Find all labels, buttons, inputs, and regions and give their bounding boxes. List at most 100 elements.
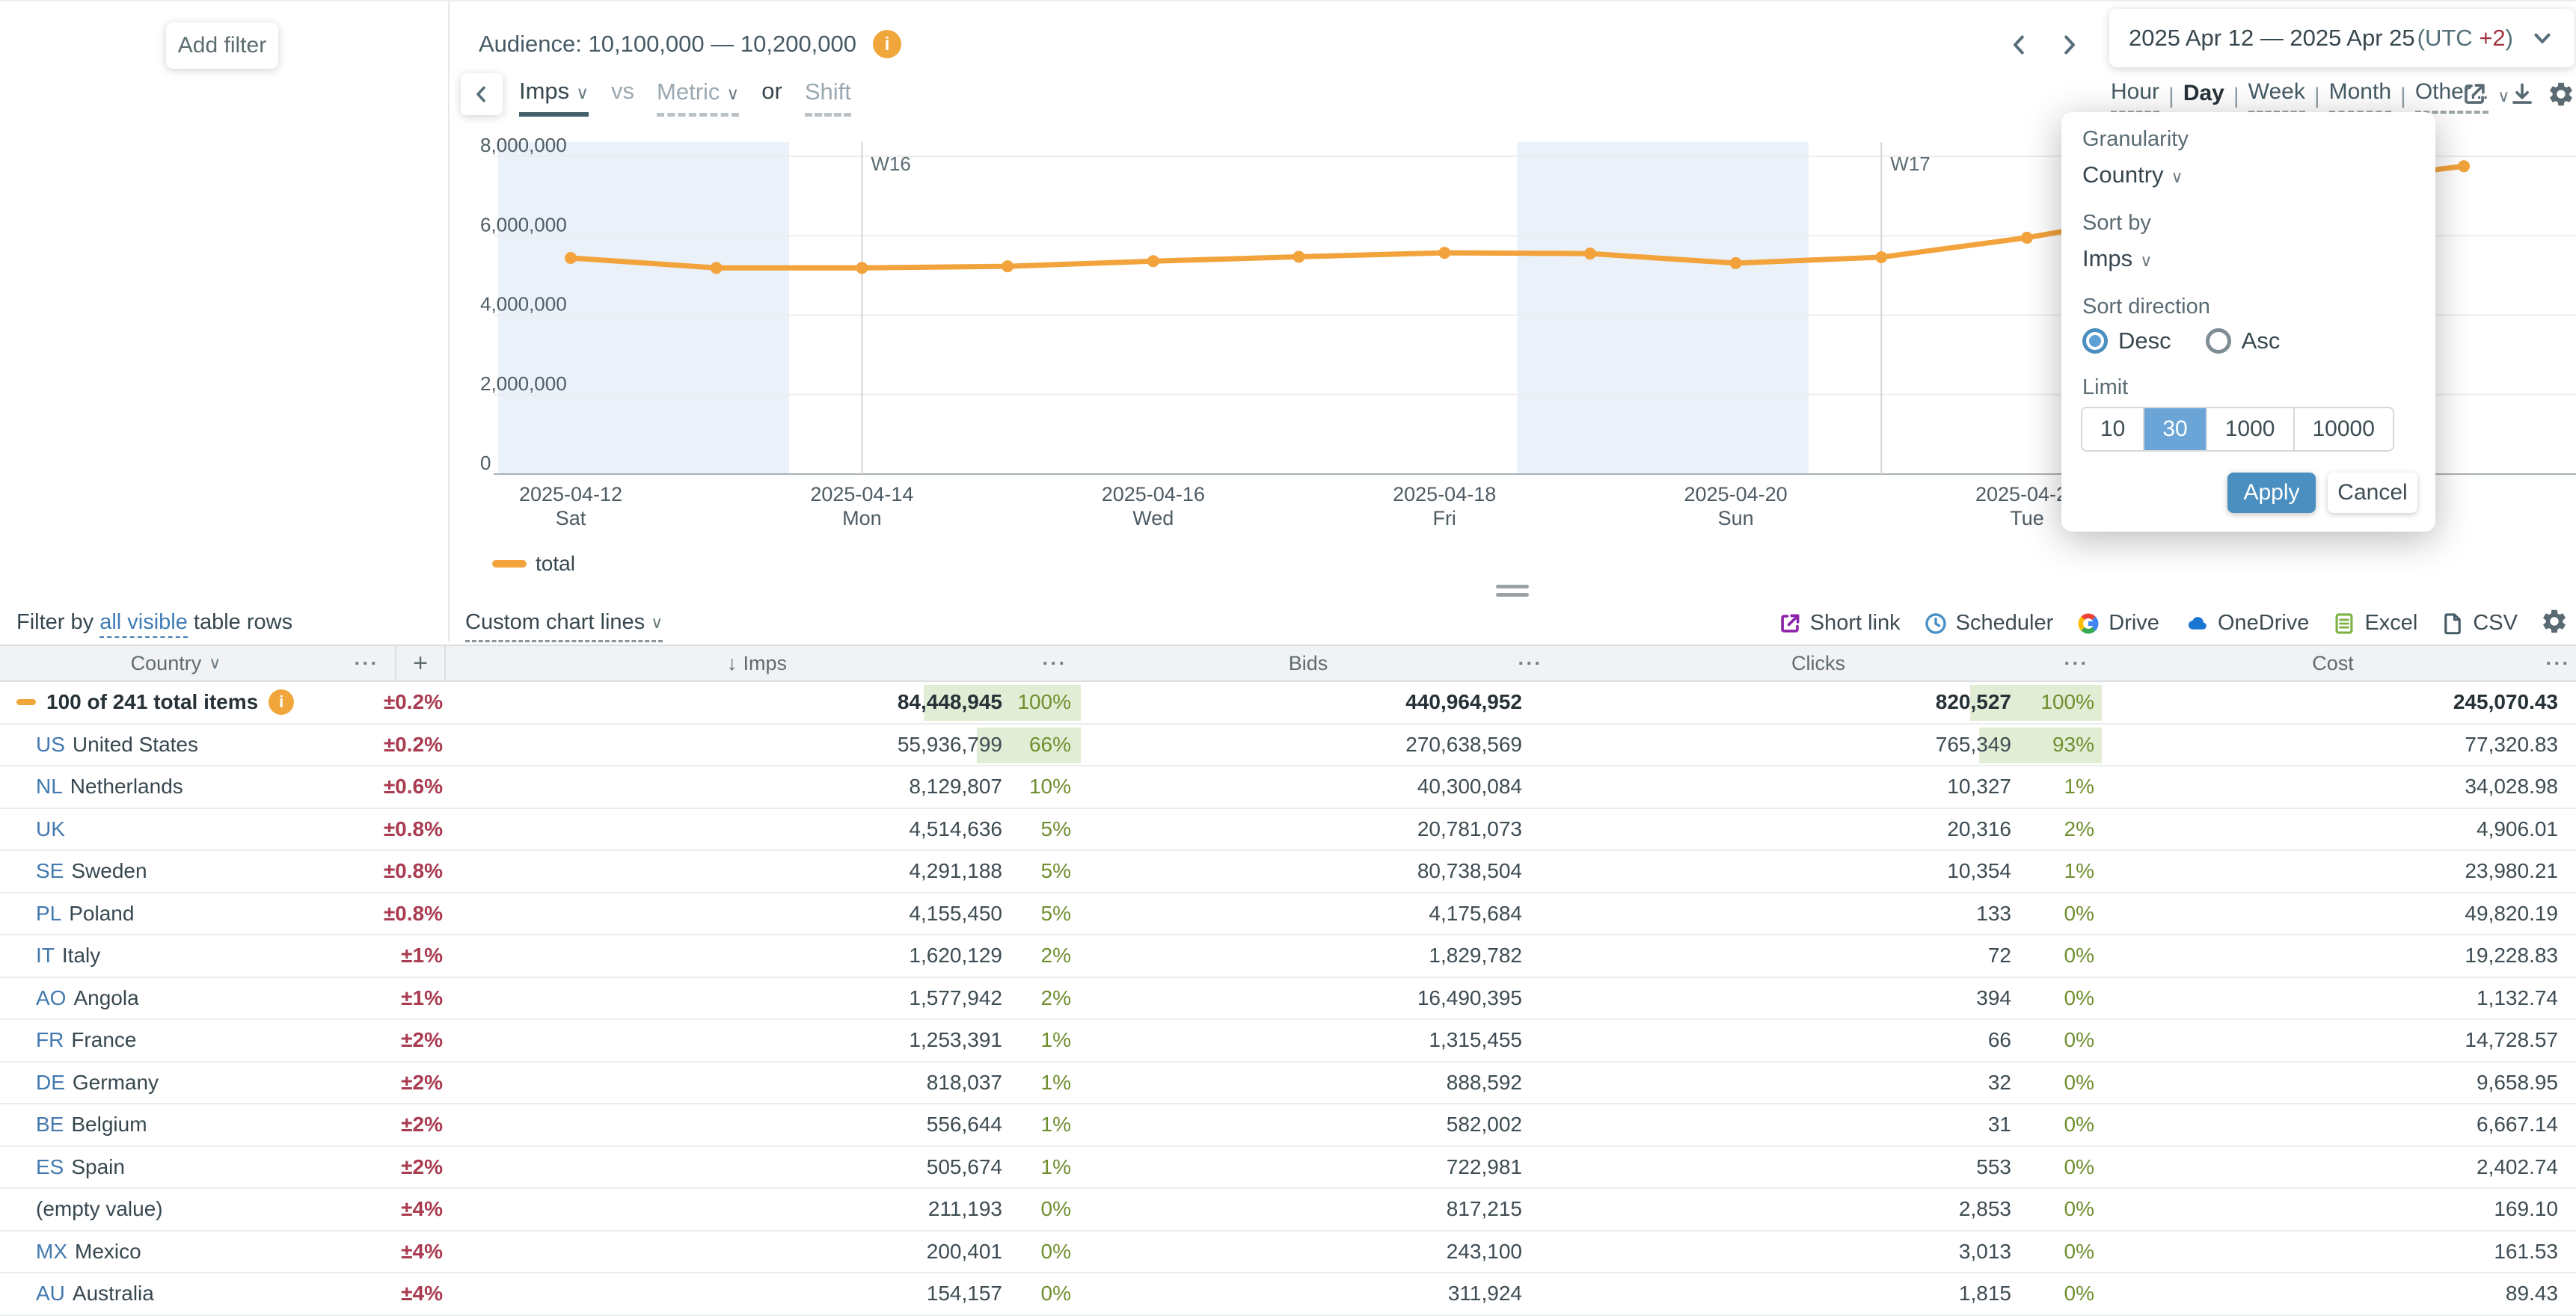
country-cell[interactable]: PLPoland xyxy=(36,894,134,934)
limit-option-1000[interactable]: 1000 xyxy=(2206,408,2293,450)
add-filter-button[interactable]: Add filter xyxy=(166,22,278,69)
export-scheduler[interactable]: Scheduler xyxy=(1923,611,2054,636)
country-cell[interactable]: US United States xyxy=(36,725,198,765)
primary-metric-dropdown[interactable]: Imps∨ xyxy=(519,78,589,117)
chart-back-button[interactable] xyxy=(461,73,503,115)
country-cell[interactable]: MXMexico xyxy=(36,1232,141,1272)
country-code[interactable]: PL xyxy=(36,902,61,926)
date-next-button[interactable] xyxy=(2048,24,2090,66)
cancel-button[interactable]: Cancel xyxy=(2328,473,2417,513)
imps-percent: 5% xyxy=(1007,894,1071,934)
granularity-dropdown[interactable]: Country∨ xyxy=(2082,162,2183,188)
export-drive[interactable]: Drive xyxy=(2076,611,2159,636)
export-onedrive[interactable]: OneDrive xyxy=(2182,611,2310,636)
table-row[interactable]: ESSpain±2%505,6741%722,9815530%2,402.74 xyxy=(0,1147,2576,1190)
country-code[interactable]: AU xyxy=(36,1282,65,1306)
country-cell[interactable]: AOAngola xyxy=(36,978,139,1018)
table-row[interactable]: PLPoland±0.8%4,155,4505%4,175,6841330%49… xyxy=(0,894,2576,936)
cost-column-menu[interactable]: ··· xyxy=(2543,646,2573,680)
bids-column-menu[interactable]: ··· xyxy=(1515,646,1545,680)
chart-resize-handle[interactable] xyxy=(1496,585,1529,601)
export-excel[interactable]: Excel xyxy=(2331,611,2417,636)
country-column-menu[interactable]: ··· xyxy=(352,646,381,680)
shift-selector[interactable]: Shift xyxy=(805,79,851,117)
imps-column-menu[interactable]: ··· xyxy=(1040,646,1070,680)
table-row[interactable]: UK±0.8%4,514,6365%20,781,07320,3162%4,90… xyxy=(0,809,2576,852)
compare-metric-dropdown[interactable]: Metric∨ xyxy=(657,79,739,117)
column-header-imps[interactable]: ↓Imps xyxy=(444,646,1070,680)
country-cell[interactable]: AUAustralia xyxy=(36,1273,154,1314)
table-row[interactable]: AUAustralia±4%154,1570%311,9241,8150%89.… xyxy=(0,1273,2576,1316)
table-row[interactable]: AOAngola±1%1,577,9422%16,490,3953940%1,1… xyxy=(0,978,2576,1021)
table-row[interactable]: ITItaly±1%1,620,1292%1,829,782720%19,228… xyxy=(0,935,2576,978)
chart-settings-button[interactable] xyxy=(2546,79,2576,109)
add-column-button[interactable]: + xyxy=(396,646,444,680)
granularity-tab-hour[interactable]: Hour xyxy=(2111,79,2159,114)
granularity-tab-week[interactable]: Week xyxy=(2248,79,2305,114)
country-cell[interactable]: DEGermany xyxy=(36,1063,159,1103)
table-row[interactable]: NLNetherlands±0.6%8,129,80710%40,300,084… xyxy=(0,766,2576,809)
country-code[interactable]: UK xyxy=(36,817,65,841)
column-header-country[interactable]: Country∨ xyxy=(0,646,352,680)
y-tick-label: 4,000,000 xyxy=(480,293,567,316)
country-name: United States xyxy=(73,733,198,757)
country-code[interactable]: SE xyxy=(36,859,64,883)
granularity-tab-month[interactable]: Month xyxy=(2329,79,2391,114)
info-icon[interactable]: i xyxy=(873,30,901,58)
country-cell[interactable]: (empty value) xyxy=(36,1189,171,1229)
imps-percent: 1% xyxy=(1007,1020,1071,1060)
country-cell[interactable]: UK xyxy=(36,809,73,849)
export-label: Drive xyxy=(2109,611,2159,636)
table-settings-button[interactable] xyxy=(2540,607,2569,639)
apply-button[interactable]: Apply xyxy=(2227,473,2316,513)
granularity-tab-day[interactable]: Day xyxy=(2183,81,2224,112)
column-header-bids[interactable]: Bids xyxy=(1070,646,1547,680)
country-cell[interactable]: SESweden xyxy=(36,851,147,891)
all-visible-link[interactable]: all visible xyxy=(99,610,188,638)
country-code[interactable]: ES xyxy=(36,1155,64,1179)
country-cell[interactable]: BEBelgium xyxy=(36,1104,147,1145)
country-name: 100 of 241 total items xyxy=(46,690,258,714)
country-cell[interactable]: NLNetherlands xyxy=(36,766,183,807)
export-shortlink[interactable]: Short link xyxy=(1777,611,1901,636)
limit-option-30[interactable]: 30 xyxy=(2143,408,2205,450)
info-icon[interactable]: i xyxy=(269,689,294,715)
country-code[interactable]: US xyxy=(36,733,65,757)
country-code[interactable]: NL xyxy=(36,775,63,799)
country-code[interactable]: BE xyxy=(36,1113,64,1137)
date-prev-button[interactable] xyxy=(1999,24,2040,66)
export-csv[interactable]: CSV xyxy=(2440,611,2518,636)
column-header-cost[interactable]: Cost xyxy=(2090,646,2576,680)
country-code[interactable]: AO xyxy=(36,986,66,1010)
granularity-label: Granularity xyxy=(2082,127,2189,152)
country-code[interactable]: FR xyxy=(36,1028,64,1052)
download-button[interactable] xyxy=(2507,79,2537,109)
clicks-column-menu[interactable]: ··· xyxy=(2061,646,2091,680)
table-row[interactable]: USUnited States±0.2%55,936,79966%270,638… xyxy=(0,725,2576,767)
country-cell[interactable]: FRFrance xyxy=(36,1020,136,1060)
country-code[interactable]: IT xyxy=(36,944,55,968)
limit-option-10000[interactable]: 10000 xyxy=(2293,408,2393,450)
country-cell[interactable]: ESSpain xyxy=(36,1147,125,1187)
table-row[interactable]: DEGermany±2%818,0371%888,592320%9,658.95 xyxy=(0,1063,2576,1105)
country-code[interactable]: MX xyxy=(36,1240,67,1264)
onedrive-icon xyxy=(2182,611,2210,636)
table-row[interactable]: SESweden±0.8%4,291,1885%80,738,50410,354… xyxy=(0,851,2576,894)
open-in-new-button[interactable] xyxy=(2459,79,2489,109)
custom-chart-lines-dropdown[interactable]: Custom chart lines∨ xyxy=(465,610,663,642)
table-row[interactable]: MXMexico±4%200,4010%243,1003,0130%161.53 xyxy=(0,1232,2576,1274)
table-row[interactable]: FRFrance±2%1,253,3911%1,315,455660%14,72… xyxy=(0,1020,2576,1063)
country-code[interactable]: DE xyxy=(36,1071,65,1095)
column-header-clicks[interactable]: Clicks xyxy=(1547,646,2090,680)
country-cell[interactable]: ITItaly xyxy=(36,935,100,976)
limit-option-10[interactable]: 10 xyxy=(2082,408,2143,450)
sort-by-dropdown[interactable]: Imps∨ xyxy=(2082,245,2152,272)
table-row[interactable]: 100 of 241 total itemsi±0.2%84,448,94510… xyxy=(0,682,2576,725)
date-range-picker[interactable]: 2025 Apr 12 — 2025 Apr 25 (UTC +2) xyxy=(2109,9,2575,67)
total-row-dash-icon xyxy=(16,699,36,705)
sort-desc-radio[interactable] xyxy=(2082,328,2108,354)
table-row[interactable]: (empty value)±4%211,1930%817,2152,8530%1… xyxy=(0,1189,2576,1232)
delta-cell: ±1% xyxy=(401,978,443,1018)
table-row[interactable]: BEBelgium±2%556,6441%582,002310%6,667.14 xyxy=(0,1104,2576,1147)
sort-asc-radio[interactable] xyxy=(2206,328,2231,354)
